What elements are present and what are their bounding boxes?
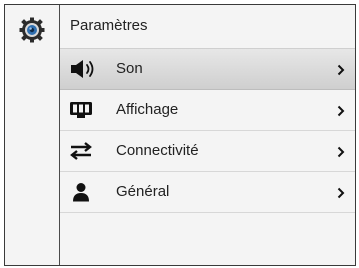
chevron-right-icon xyxy=(337,187,345,199)
menu-item-son[interactable]: Son xyxy=(60,49,355,90)
menu-item-connectivite[interactable]: Connectivité xyxy=(60,131,355,172)
settings-camera-icon xyxy=(19,17,45,43)
settings-window: Paramètres Son Affichage Connectivité Gé… xyxy=(4,4,356,266)
settings-menu: Son Affichage Connectivité Général xyxy=(60,49,355,213)
monitor-icon xyxy=(70,102,92,118)
speaker-icon xyxy=(71,60,94,78)
icon-column xyxy=(5,5,60,265)
transfer-arrows-icon xyxy=(70,142,92,160)
menu-item-general[interactable]: Général xyxy=(60,172,355,213)
page-title: Paramètres xyxy=(70,17,148,34)
person-icon xyxy=(73,183,89,202)
menu-item-label: Son xyxy=(116,60,143,77)
chevron-right-icon xyxy=(337,64,345,76)
menu-item-label: Connectivité xyxy=(116,142,199,159)
menu-item-affichage[interactable]: Affichage xyxy=(60,90,355,131)
header: Paramètres xyxy=(60,5,355,49)
menu-item-label: Général xyxy=(116,183,170,200)
menu-item-label: Affichage xyxy=(116,101,179,118)
chevron-right-icon xyxy=(337,146,345,158)
chevron-right-icon xyxy=(337,105,345,117)
